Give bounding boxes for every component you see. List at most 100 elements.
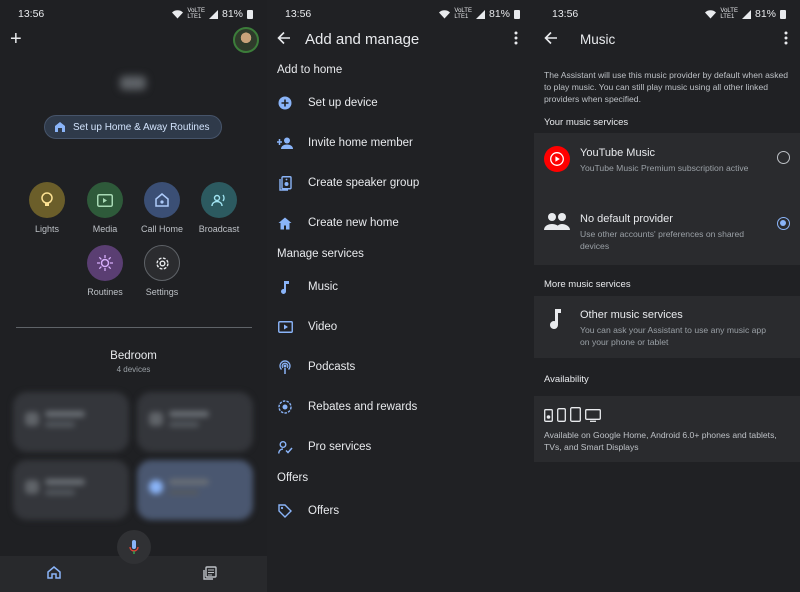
speaker-group-icon [278,175,292,191]
status-bar: 13:56 VoLTE LTE1 81% [267,8,534,24]
settings-button[interactable] [144,245,180,281]
service-subtitle: YouTube Music Premium subscription activ… [580,163,749,173]
radio-no-default-provider[interactable] [777,217,790,230]
feed-tab-icon[interactable] [203,566,217,580]
add-circle-icon [278,96,292,110]
menu-item-label: Rebates and rewards [308,401,418,413]
service-no-default-provider[interactable]: No default provider Use other accounts' … [534,199,800,259]
menu-item-music[interactable]: Music [267,274,534,300]
music-screen: 13:56 VoLTE LTE1 81% Music The Assistant … [534,0,800,592]
room-name: Bedroom [110,350,157,362]
music-note-icon [550,309,561,329]
more-options-icon[interactable] [784,31,788,45]
menu-item-pro-services[interactable]: Pro services [267,434,534,460]
pro-services-icon [277,440,293,454]
wifi-icon [439,9,451,18]
setup-routines-label: Set up Home & Away Routines [73,121,210,133]
back-arrow-icon[interactable] [544,31,558,45]
divider [16,327,252,328]
music-description: The Assistant will use this music provid… [544,70,789,104]
routines-button[interactable] [87,245,123,281]
music-services-list: YouTube Music YouTube Music Premium subs… [534,133,800,265]
room-subtitle: 4 devices [116,365,151,373]
menu-item-rebates-and-rewards[interactable]: Rebates and rewards [267,394,534,420]
menu-item-label: Create new home [308,217,399,229]
avatar[interactable] [233,27,259,53]
page-title: Add and manage [305,31,420,48]
menu-item-video[interactable]: Video [267,314,534,340]
menu-item-label: Podcasts [308,361,356,373]
service-name: Other music services [580,309,683,321]
lights-button[interactable] [29,182,65,218]
more-options-icon[interactable] [514,31,518,45]
service-youtube-music[interactable]: YouTube Music YouTube Music Premium subs… [534,133,800,193]
menu-item-create-new-home[interactable]: Create new home [267,210,534,236]
tag-icon [278,504,292,518]
section-offers: Offers [277,472,309,484]
home-tab-icon[interactable] [47,566,61,579]
more-music-services-header: More music services [544,279,631,290]
back-arrow-icon[interactable] [277,31,291,45]
menu-item-offers[interactable]: Offers [267,498,534,524]
service-subtitle: Use other accounts' preferences on share… [580,229,745,251]
battery-percent: 81% [754,8,776,20]
device-tile[interactable] [13,392,129,452]
call-home-icon [155,193,169,207]
call-home-button[interactable] [144,182,180,218]
people-icon [544,213,570,230]
device-tile[interactable] [137,392,253,452]
net-bottom: LTE1 [454,14,469,20]
person-add-icon [277,137,293,149]
status-time: 13:56 [18,8,45,20]
device-tile[interactable] [137,460,253,520]
battery-icon [780,10,786,19]
service-name: No default provider [580,213,673,225]
youtube-music-icon [550,152,564,166]
media-button[interactable] [87,182,123,218]
broadcast-button[interactable] [201,182,237,218]
radio-youtube-music[interactable] [777,151,790,164]
phone-icon [557,408,566,422]
menu-item-label: Pro services [308,441,372,453]
speaker-icon [544,409,553,422]
net-bottom: LTE1 [187,14,202,20]
service-subtitle: You can ask your Assistant to use any mu… [580,325,766,347]
service-name: YouTube Music [580,147,656,159]
menu-item-label: Music [308,281,339,293]
status-time: 13:56 [552,8,579,20]
menu-item-label: Invite home member [308,137,413,149]
status-bar: 13:56 VoLTE LTE1 81% [534,8,800,24]
availability-text: Available on Google Home, Android 6.0+ p… [544,430,777,452]
home-icon [278,217,292,229]
battery-percent: 81% [488,8,510,20]
rewards-icon [278,400,292,414]
menu-item-create-speaker-group[interactable]: Create speaker group [267,170,534,196]
menu-item-podcasts[interactable]: Podcasts [267,354,534,380]
lightbulb-icon [41,192,53,206]
routines-icon [97,255,113,271]
settings-icon [155,256,169,270]
add-and-manage-screen: 13:56 VoLTE LTE1 81% Add and manage Add t… [267,0,534,592]
your-music-services-header: Your music services [544,117,629,128]
youtube-music-logo [544,146,570,172]
net-bottom: LTE1 [720,14,735,20]
device-tile[interactable] [13,460,129,520]
signal-icon [475,9,485,19]
tv-icon [585,409,601,422]
section-add-to-home: Add to home [277,64,343,76]
wifi-icon [172,9,184,18]
music-note-icon [281,280,289,294]
home-screen: 13:56 VoLTE LTE1 81% + Set up Home & Away… [0,0,267,592]
menu-item-set-up-device[interactable]: Set up device [267,90,534,116]
add-icon[interactable]: + [10,29,22,49]
mic-button[interactable] [117,530,151,564]
media-icon [97,193,113,207]
status-bar: 13:56 VoLTE LTE1 81% [0,8,267,24]
other-music-services[interactable]: Other music services You can ask your As… [534,296,800,358]
tablet-icon [570,407,581,422]
battery-percent: 81% [221,8,243,20]
menu-item-invite-home-member[interactable]: Invite home member [267,130,534,156]
broadcast-label: Broadcast [198,224,240,234]
setup-routines-button[interactable]: Set up Home & Away Routines [44,115,222,139]
menu-item-label: Create speaker group [308,177,420,189]
